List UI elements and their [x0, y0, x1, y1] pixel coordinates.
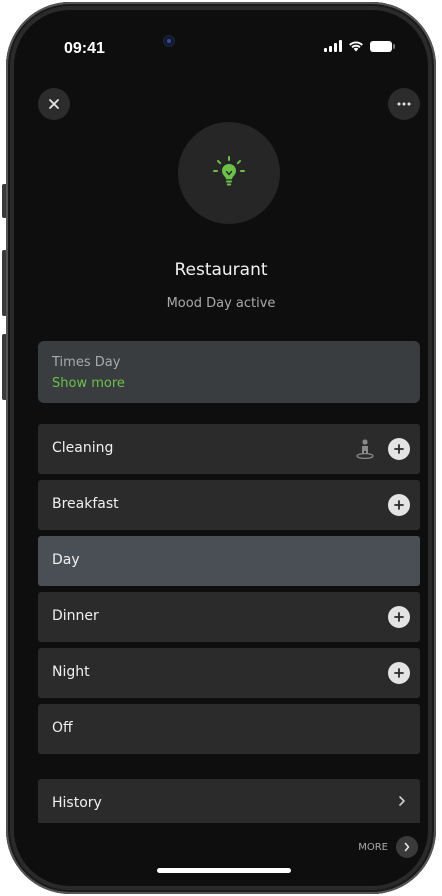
lightbulb-icon	[213, 156, 245, 186]
status-time: 09:41	[64, 40, 105, 57]
status-icons	[324, 40, 395, 52]
more-footer-button[interactable]: MORE	[358, 836, 418, 858]
mood-row-breakfast[interactable]: Breakfast	[38, 480, 420, 530]
mood-row-cleaning[interactable]: Cleaning	[38, 424, 420, 474]
room-icon-circle	[178, 122, 280, 224]
mood-label: Off	[52, 720, 73, 736]
more-chevron-circle	[396, 836, 418, 858]
cellular-signal-icon	[324, 40, 342, 52]
mood-row-night[interactable]: Night	[38, 648, 420, 698]
wifi-icon	[349, 41, 363, 52]
mood-row-dinner[interactable]: Dinner	[38, 592, 420, 642]
more-label: MORE	[358, 841, 388, 853]
status-bar: 09:41	[14, 10, 428, 70]
camera-dot-icon	[164, 36, 174, 46]
plus-icon	[394, 444, 404, 454]
app-screen: 09:41 Restaurant Mood Day active Times D…	[14, 10, 428, 886]
home-indicator[interactable]	[157, 868, 291, 873]
plus-icon	[394, 500, 404, 510]
mood-row-off[interactable]: Off	[38, 704, 420, 754]
mood-label: Day	[52, 552, 80, 568]
phone-device: 09:41 Restaurant Mood Day active Times D…	[0, 0, 442, 896]
mood-label: Cleaning	[52, 440, 114, 456]
room-title: Restaurant	[174, 260, 268, 280]
mood-label: Night	[52, 664, 90, 680]
chevron-right-icon	[399, 796, 405, 806]
add-mood-button[interactable]	[388, 662, 410, 684]
history-row[interactable]: History	[38, 779, 420, 823]
chevron-right-icon	[404, 842, 410, 852]
room-status: Mood Day active	[166, 296, 276, 311]
show-more-link[interactable]: Show more	[52, 376, 125, 391]
mood-row-day[interactable]: Day	[38, 536, 420, 586]
mood-label: Breakfast	[52, 496, 119, 512]
plus-icon	[394, 612, 404, 622]
add-mood-button[interactable]	[388, 606, 410, 628]
add-mood-button[interactable]	[388, 438, 410, 460]
more-horizontal-icon	[397, 102, 411, 106]
times-card: Times Day Show more	[38, 341, 420, 403]
add-mood-button[interactable]	[388, 494, 410, 516]
mood-list: Cleaning Breakfast Day Dinner Night Off	[38, 424, 420, 760]
mood-label: Dinner	[52, 608, 99, 624]
battery-icon	[370, 40, 395, 52]
close-icon	[49, 99, 59, 109]
times-card-label: Times Day	[52, 355, 121, 370]
more-options-button[interactable]	[388, 88, 420, 120]
cleaning-person-icon	[356, 439, 374, 460]
history-label: History	[52, 795, 102, 811]
close-button[interactable]	[38, 88, 70, 120]
plus-icon	[394, 668, 404, 678]
